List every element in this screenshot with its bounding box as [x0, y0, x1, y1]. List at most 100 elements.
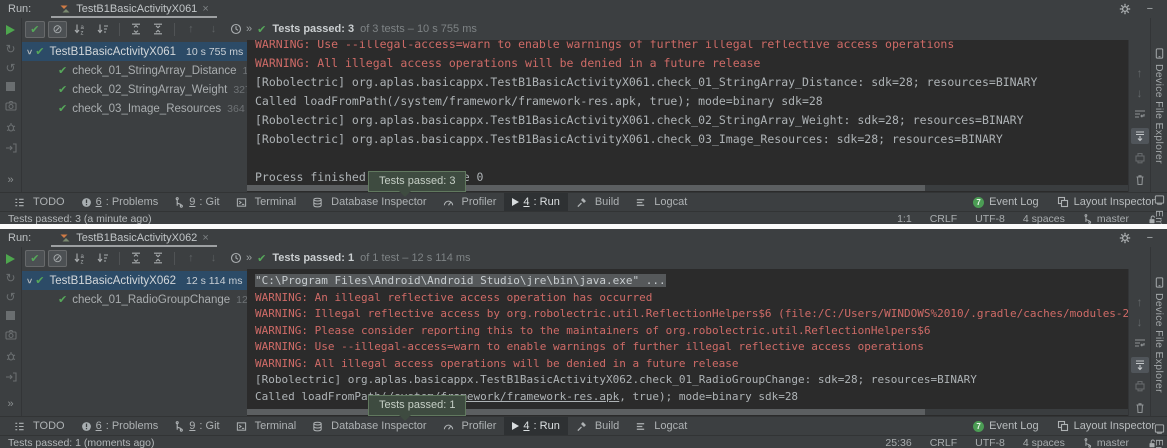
- print-icon[interactable]: [1131, 150, 1149, 166]
- tool-window-button-terminal[interactable]: Terminal: [228, 417, 305, 435]
- next-failed-test-button[interactable]: ↓: [204, 250, 224, 267]
- show-passed-button[interactable]: [25, 21, 45, 38]
- print-icon[interactable]: [1131, 379, 1149, 395]
- tool-window-button-database-inspector[interactable]: Database Inspector: [304, 193, 434, 211]
- hide-window-icon[interactable]: −: [1147, 232, 1153, 244]
- attach-debugger-icon[interactable]: [5, 121, 17, 133]
- collapse-all-button[interactable]: [148, 21, 168, 38]
- toggle-auto-test-icon[interactable]: ↺: [5, 292, 15, 302]
- tool-window-button-logcat[interactable]: Logcat: [627, 193, 695, 211]
- test-tree-root-row[interactable]: TestB1BasicActivityX061 (org.aplas.t 10 …: [22, 42, 247, 61]
- sort-by-duration-button[interactable]: [93, 21, 113, 38]
- git-branch[interactable]: master: [1083, 213, 1129, 224]
- tool-window-button-profiler[interactable]: Profiler: [435, 417, 505, 435]
- test-history-icon[interactable]: [226, 250, 246, 267]
- chevron-down-icon[interactable]: [25, 49, 35, 54]
- show-passed-button[interactable]: [25, 250, 45, 267]
- soft-wrap-icon[interactable]: [1131, 335, 1149, 351]
- test-tree-row[interactable]: check_03_Image_Resources 364 ms: [22, 99, 247, 118]
- sort-alphabetically-button[interactable]: az: [70, 21, 90, 38]
- more-options-icon[interactable]: »: [7, 398, 13, 410]
- up-stack-trace-icon[interactable]: ↑: [1137, 295, 1143, 309]
- settings-gear-icon[interactable]: [1119, 232, 1131, 244]
- test-tree-row[interactable]: check_01_RadioGroupChange 12 s 114 ms: [22, 290, 247, 309]
- run-tab[interactable]: TestB1BasicActivityX062: [51, 229, 217, 247]
- run-tab[interactable]: TestB1BasicActivityX061: [51, 0, 217, 18]
- rerun-failed-tests-icon[interactable]: ↻: [5, 273, 15, 283]
- screenshot-icon[interactable]: [5, 100, 17, 112]
- scroll-to-end-icon[interactable]: [1131, 128, 1149, 144]
- tool-window-button-build[interactable]: Build: [568, 193, 627, 211]
- tool-window-button-todo[interactable]: TODO: [6, 417, 73, 435]
- scrollbar-thumb[interactable]: [247, 185, 925, 191]
- test-tree-root-row[interactable]: TestB1BasicActivityX062 (org.aplas.t 12 …: [22, 271, 247, 290]
- tool-window-button-todo[interactable]: TODO: [6, 193, 73, 211]
- tool-window-button-run[interactable]: 4: Run: [504, 417, 567, 435]
- close-icon[interactable]: [202, 232, 208, 244]
- clear-console-icon[interactable]: [1131, 400, 1149, 416]
- event-log-button[interactable]: 7Event Log: [973, 196, 1039, 208]
- close-icon[interactable]: [202, 3, 208, 15]
- test-tree-row[interactable]: check_02_StringArray_Weight 327 ms: [22, 80, 247, 99]
- settings-gear-icon[interactable]: [1119, 3, 1131, 15]
- tool-window-button-problems[interactable]: 6: Problems: [73, 193, 167, 211]
- tool-window-button-terminal[interactable]: Terminal: [228, 193, 305, 211]
- show-ignored-button[interactable]: [48, 250, 68, 267]
- line-ending[interactable]: CRLF: [930, 213, 957, 224]
- console-output[interactable]: WARNING: Use --illegal-access=warn to en…: [247, 40, 1128, 192]
- tool-window-button-database-inspector[interactable]: Database Inspector: [304, 417, 434, 435]
- test-tree-row[interactable]: check_01_StringArray_Distance 10 s 64 ms: [22, 61, 247, 80]
- import-test-results-icon[interactable]: [5, 371, 17, 383]
- more-options-icon[interactable]: »: [7, 174, 13, 186]
- test-history-icon[interactable]: [226, 21, 246, 38]
- rerun-button[interactable]: [6, 25, 15, 35]
- layout-inspector-button[interactable]: Layout Inspector: [1057, 420, 1155, 432]
- stop-icon[interactable]: [6, 82, 15, 91]
- expand-all-button[interactable]: [126, 250, 146, 267]
- toggle-auto-test-icon[interactable]: ↺: [5, 63, 15, 73]
- tool-window-button-run[interactable]: 4: Run: [504, 193, 567, 211]
- next-failed-test-button[interactable]: ↓: [204, 21, 224, 38]
- attach-debugger-icon[interactable]: [5, 350, 17, 362]
- scroll-to-end-icon[interactable]: [1131, 357, 1149, 373]
- screenshot-icon[interactable]: [5, 329, 17, 341]
- chevron-down-icon[interactable]: [25, 278, 35, 283]
- up-stack-trace-icon[interactable]: ↑: [1137, 66, 1143, 80]
- console-output[interactable]: "C:\Program Files\Android\Android Studio…: [247, 269, 1128, 416]
- collapse-all-button[interactable]: [148, 250, 168, 267]
- lock-icon[interactable]: [1147, 214, 1157, 225]
- down-stack-trace-icon[interactable]: ↓: [1137, 315, 1143, 329]
- event-log-button[interactable]: 7Event Log: [973, 420, 1039, 432]
- sort-by-duration-button[interactable]: [93, 250, 113, 267]
- soft-wrap-icon[interactable]: [1131, 106, 1149, 122]
- layout-inspector-button[interactable]: Layout Inspector: [1057, 196, 1155, 208]
- caret-position[interactable]: 25:36: [885, 437, 911, 448]
- tool-window-button-git[interactable]: 9: Git: [166, 193, 227, 211]
- device-file-explorer-button[interactable]: Device File Explorer: [1153, 48, 1165, 164]
- tool-window-button-profiler[interactable]: Profiler: [435, 193, 505, 211]
- lock-icon[interactable]: [1147, 438, 1157, 448]
- indent-setting[interactable]: 4 spaces: [1023, 213, 1065, 224]
- import-test-results-icon[interactable]: [5, 142, 17, 154]
- clear-console-icon[interactable]: [1131, 172, 1149, 188]
- caret-position[interactable]: 1:1: [897, 213, 912, 224]
- file-encoding[interactable]: UTF-8: [975, 213, 1005, 224]
- stop-icon[interactable]: [6, 311, 15, 320]
- down-stack-trace-icon[interactable]: ↓: [1137, 86, 1143, 100]
- hide-window-icon[interactable]: −: [1147, 3, 1153, 15]
- previous-failed-test-button[interactable]: ↑: [181, 250, 201, 267]
- git-branch[interactable]: master: [1083, 437, 1129, 448]
- indent-setting[interactable]: 4 spaces: [1023, 437, 1065, 448]
- file-encoding[interactable]: UTF-8: [975, 437, 1005, 448]
- tool-window-button-problems[interactable]: 6: Problems: [73, 417, 167, 435]
- previous-failed-test-button[interactable]: ↑: [181, 21, 201, 38]
- tool-window-button-logcat[interactable]: Logcat: [627, 417, 695, 435]
- line-ending[interactable]: CRLF: [930, 437, 957, 448]
- tool-window-button-git[interactable]: 9: Git: [166, 417, 227, 435]
- tool-window-button-build[interactable]: Build: [568, 417, 627, 435]
- show-ignored-button[interactable]: [48, 21, 68, 38]
- sort-alphabetically-button[interactable]: az: [70, 250, 90, 267]
- scrollbar-thumb[interactable]: [247, 409, 925, 415]
- device-file-explorer-button[interactable]: Device File Explorer: [1153, 277, 1165, 393]
- expand-all-button[interactable]: [126, 21, 146, 38]
